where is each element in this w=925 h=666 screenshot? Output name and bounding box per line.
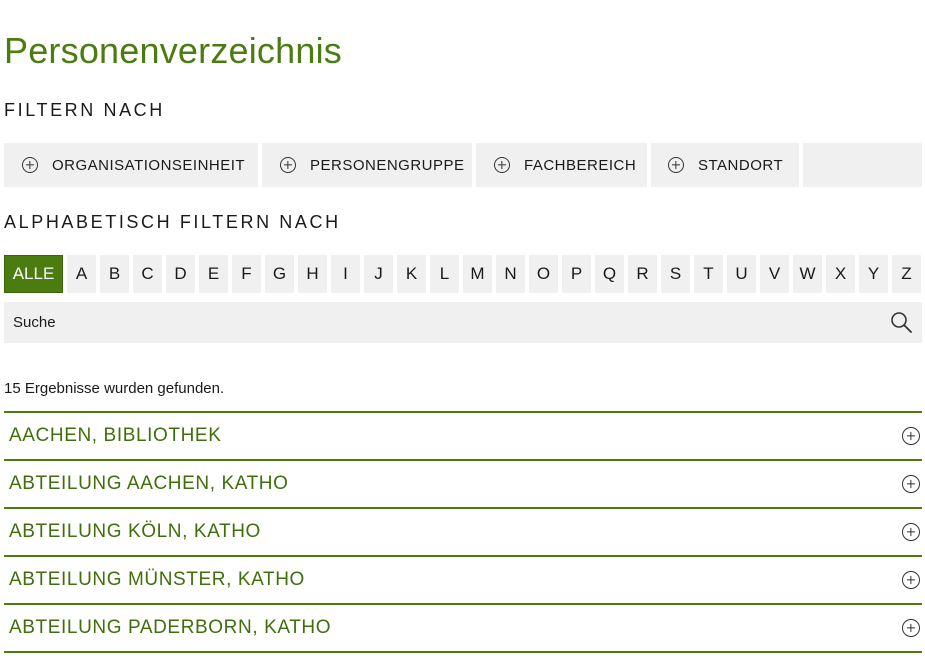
filter-heading: FILTERN NACH bbox=[4, 100, 165, 120]
letter-filter-a[interactable]: A bbox=[67, 255, 96, 293]
letter-filter-r[interactable]: R bbox=[628, 255, 657, 293]
letter-filter-w[interactable]: W bbox=[793, 255, 822, 293]
result-label: ABTEILUNG MÜNSTER, KATHO bbox=[9, 569, 305, 590]
letter-filter-s[interactable]: S bbox=[661, 255, 690, 293]
letter-filter-k[interactable]: K bbox=[397, 255, 426, 293]
expand-plus-icon[interactable] bbox=[902, 475, 920, 493]
result-label: ABTEILUNG KÖLN, KATHO bbox=[9, 521, 261, 542]
alphabet-heading: ALPHABETISCH FILTERN NACH bbox=[4, 212, 341, 232]
filter-label: STANDORT bbox=[698, 156, 784, 174]
letter-filter-v[interactable]: V bbox=[760, 255, 789, 293]
filter-label: ORGANISATIONSEINHEIT bbox=[52, 156, 246, 174]
result-count: 15 Ergebnisse wurden gefunden. bbox=[4, 380, 225, 397]
page-title: Personenverzeichnis bbox=[4, 30, 342, 71]
alphabet-filter-bar: ALLE A B C D E F G H I J K L M N O P Q R S T U V W X Y Z bbox=[4, 255, 925, 293]
letter-filter-e[interactable]: E bbox=[199, 255, 228, 293]
letter-filter-b[interactable]: B bbox=[100, 255, 129, 293]
letter-filter-h[interactable]: H bbox=[298, 255, 327, 293]
letter-filter-all[interactable]: ALLE bbox=[4, 255, 63, 293]
result-item-aachen-bibliothek[interactable]: AACHEN, BIBLIOTHEK bbox=[4, 411, 922, 459]
letter-filter-d[interactable]: D bbox=[166, 255, 195, 293]
search-bar bbox=[4, 301, 922, 344]
letter-filter-t[interactable]: T bbox=[694, 255, 723, 293]
letter-filter-u[interactable]: U bbox=[727, 255, 756, 293]
expand-plus-icon[interactable] bbox=[902, 523, 920, 541]
plus-circle-icon bbox=[668, 157, 684, 173]
filter-standort-button[interactable]: STANDORT bbox=[651, 143, 799, 187]
letter-filter-l[interactable]: L bbox=[430, 255, 459, 293]
plus-circle-icon bbox=[280, 157, 296, 173]
letter-filter-g[interactable]: G bbox=[265, 255, 294, 293]
letter-filter-p[interactable]: P bbox=[562, 255, 591, 293]
results-list: AACHEN, BIBLIOTHEK ABTEILUNG AACHEN, KAT… bbox=[4, 411, 922, 653]
result-item-abteilung-muenster[interactable]: ABTEILUNG MÜNSTER, KATHO bbox=[4, 555, 922, 603]
letter-filter-o[interactable]: O bbox=[529, 255, 558, 293]
letter-filter-i[interactable]: I bbox=[331, 255, 360, 293]
expand-plus-icon[interactable] bbox=[902, 427, 920, 445]
result-item-abteilung-koeln[interactable]: ABTEILUNG KÖLN, KATHO bbox=[4, 507, 922, 555]
search-icon[interactable] bbox=[888, 309, 916, 337]
letter-filter-x[interactable]: X bbox=[826, 255, 855, 293]
letter-filter-c[interactable]: C bbox=[133, 255, 162, 293]
filter-personengruppe-button[interactable]: PERSONENGRUPPE bbox=[262, 143, 472, 187]
expand-plus-icon[interactable] bbox=[902, 619, 920, 637]
result-label: AACHEN, BIBLIOTHEK bbox=[9, 425, 222, 446]
filter-fachbereich-button[interactable]: FACHBEREICH bbox=[476, 143, 647, 187]
filter-organisationseinheit-button[interactable]: ORGANISATIONSEINHEIT bbox=[4, 143, 258, 187]
filter-bar: ORGANISATIONSEINHEIT PERSONENGRUPPE FACH… bbox=[4, 143, 922, 187]
letter-filter-m[interactable]: M bbox=[463, 255, 492, 293]
expand-plus-icon[interactable] bbox=[902, 571, 920, 589]
letter-filter-f[interactable]: F bbox=[232, 255, 261, 293]
letter-filter-n[interactable]: N bbox=[496, 255, 525, 293]
result-label: ABTEILUNG AACHEN, KATHO bbox=[9, 473, 289, 494]
filter-label: PERSONENGRUPPE bbox=[310, 156, 465, 174]
plus-circle-icon bbox=[494, 157, 510, 173]
filter-empty-slot bbox=[803, 143, 922, 187]
letter-filter-z[interactable]: Z bbox=[892, 255, 921, 293]
filter-label: FACHBEREICH bbox=[524, 156, 637, 174]
result-item-abteilung-aachen[interactable]: ABTEILUNG AACHEN, KATHO bbox=[4, 459, 922, 507]
search-input[interactable] bbox=[4, 301, 888, 344]
letter-filter-y[interactable]: Y bbox=[859, 255, 888, 293]
result-item-abteilung-paderborn[interactable]: ABTEILUNG PADERBORN, KATHO bbox=[4, 603, 922, 653]
letter-filter-q[interactable]: Q bbox=[595, 255, 624, 293]
plus-circle-icon bbox=[22, 157, 38, 173]
result-label: ABTEILUNG PADERBORN, KATHO bbox=[9, 617, 332, 638]
letter-filter-j[interactable]: J bbox=[364, 255, 393, 293]
